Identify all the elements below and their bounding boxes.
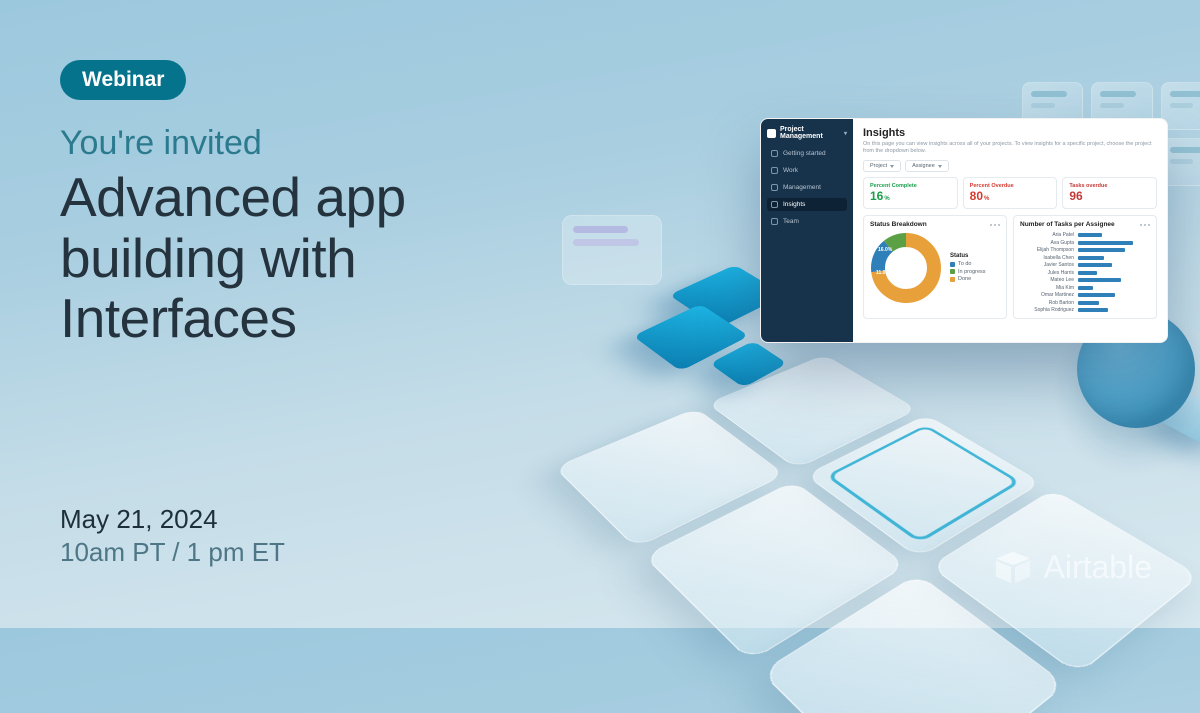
sidebar-item-getting-started[interactable]: Getting started — [767, 147, 847, 160]
workspace-switcher[interactable]: Project Management ▾ — [767, 126, 847, 140]
page-title: Insights — [863, 127, 1157, 139]
assignee-name: Elijah Thompson — [1020, 247, 1074, 253]
workspace-logo-icon — [767, 129, 776, 138]
status-donut-chart: 16.0% 11.0% — [870, 232, 942, 304]
assignee-bar — [1078, 248, 1125, 252]
ghost-mini-card — [562, 215, 662, 285]
bar-row: Rob Barton — [1020, 300, 1150, 306]
kpi-percent-overdue: Percent Overdue 80% — [963, 177, 1058, 209]
assignee-bar — [1078, 241, 1133, 245]
bar-row: Sophia Rodriguez — [1020, 307, 1150, 313]
assignee-bar-chart: Aria Patel Ava GuptaElijah Thompson Isabel… — [1020, 232, 1150, 313]
kpi-tasks-overdue: Tasks overdue 96 — [1062, 177, 1157, 209]
nav-icon — [771, 184, 778, 191]
sidebar-item-label: Work — [783, 167, 798, 174]
kpi-value: 16 — [870, 189, 883, 203]
legend-label: To do — [958, 261, 971, 267]
assignee-name: Aria Patel — [1020, 232, 1074, 238]
webinar-badge: Webinar — [60, 60, 186, 100]
sidebar-item-insights[interactable]: Insights — [767, 198, 847, 211]
donut-slice-label: 11.0% — [876, 270, 890, 276]
legend-swatch — [950, 262, 955, 267]
assignee-name: Omar Martinez — [1020, 292, 1074, 298]
assignee-bar — [1078, 263, 1112, 267]
workspace-name: Project Management — [780, 126, 840, 140]
legend-item: In progress — [950, 269, 986, 275]
assignee-bar — [1078, 233, 1102, 237]
status-breakdown-panel: Status Breakdown 16.0% 11.0% — [863, 215, 1007, 319]
bar-row: Ava Gupta — [1020, 240, 1150, 246]
assignee-bar — [1078, 308, 1108, 312]
sidebar-item-label: Getting started — [783, 150, 826, 157]
kpi-unit: % — [884, 196, 889, 202]
kpi-value: 96 — [1069, 189, 1082, 203]
legend-heading: Status — [950, 253, 986, 259]
chevron-down-icon: ▾ — [844, 130, 847, 137]
filter-project[interactable]: Project — [863, 160, 901, 172]
legend-item: To do — [950, 261, 986, 267]
title-line-1: Advanced app — [60, 166, 406, 228]
title-line-3: Interfaces — [60, 287, 297, 349]
sidebar-item-team[interactable]: Team — [767, 215, 847, 228]
bar-row: Mateo Lee — [1020, 277, 1150, 283]
bar-row: Jules Harris — [1020, 270, 1150, 276]
app-sidebar: Project Management ▾ Getting started Wor… — [761, 119, 853, 342]
panel-menu-icon[interactable] — [1140, 224, 1150, 226]
nav-icon — [771, 218, 778, 225]
page-subtitle: On this page you can view insights acros… — [863, 141, 1157, 155]
legend-swatch — [950, 269, 955, 274]
bar-row: Javier Santos — [1020, 262, 1150, 268]
nav-icon — [771, 150, 778, 157]
assignee-bar — [1078, 256, 1104, 260]
app-window: Project Management ▾ Getting started Wor… — [760, 118, 1168, 343]
assignee-name: Ava Gupta — [1020, 240, 1074, 246]
panel-menu-icon[interactable] — [990, 224, 1000, 226]
sidebar-item-label: Management — [783, 184, 821, 191]
sidebar-item-label: Team — [783, 218, 799, 225]
sidebar-item-work[interactable]: Work — [767, 164, 847, 177]
status-legend: Status To do In progress Done — [950, 253, 986, 284]
assignee-name: Javier Santos — [1020, 262, 1074, 268]
assignee-bar — [1078, 271, 1097, 275]
assignee-name: Rob Barton — [1020, 300, 1074, 306]
donut-slice-label: 16.0% — [878, 247, 892, 253]
assignee-name: Sophia Rodriguez — [1020, 307, 1074, 313]
hero-illustration: Project Management ▾ Getting started Wor… — [560, 70, 1200, 590]
kpi-unit: % — [984, 196, 989, 202]
tasks-per-assignee-panel: Number of Tasks per Assignee Aria PatelA… — [1013, 215, 1157, 319]
bar-row: Elijah Thompson — [1020, 247, 1150, 253]
app-main: Insights On this page you can view insig… — [853, 119, 1167, 342]
assignee-bar — [1078, 278, 1121, 282]
legend-label: Done — [958, 276, 971, 282]
kpi-percent-complete: Percent Complete 16% — [863, 177, 958, 209]
sidebar-item-label: Insights — [783, 201, 805, 208]
event-time: 10am PT / 1 pm ET — [60, 537, 285, 568]
panel-title: Status Breakdown — [870, 221, 927, 228]
bar-row: Mia Kim — [1020, 285, 1150, 291]
panel-title: Number of Tasks per Assignee — [1020, 221, 1115, 228]
kpi-value: 80 — [970, 189, 983, 203]
invited-line: You're invited — [60, 124, 580, 163]
filter-label: Project — [870, 163, 887, 169]
sidebar-item-management[interactable]: Management — [767, 181, 847, 194]
bar-row: Isabella Chen — [1020, 255, 1150, 261]
assignee-bar — [1078, 293, 1115, 297]
nav-icon — [771, 201, 778, 208]
legend-item: Done — [950, 276, 986, 282]
bar-row: Omar Martinez — [1020, 292, 1150, 298]
assignee-name: Mia Kim — [1020, 285, 1074, 291]
assignee-bar — [1078, 286, 1093, 290]
legend-label: In progress — [958, 269, 986, 275]
filter-assignee[interactable]: Assignee — [905, 160, 949, 172]
assignee-name: Jules Harris — [1020, 270, 1074, 276]
filter-label: Assignee — [912, 163, 935, 169]
assignee-bar — [1078, 301, 1099, 305]
assignee-name: Isabella Chen — [1020, 255, 1074, 261]
title-line-2: building with — [60, 227, 356, 289]
nav-icon — [771, 167, 778, 174]
assignee-name: Mateo Lee — [1020, 277, 1074, 283]
bar-row: Aria Patel — [1020, 232, 1150, 238]
event-date: May 21, 2024 — [60, 504, 285, 535]
legend-swatch — [950, 277, 955, 282]
